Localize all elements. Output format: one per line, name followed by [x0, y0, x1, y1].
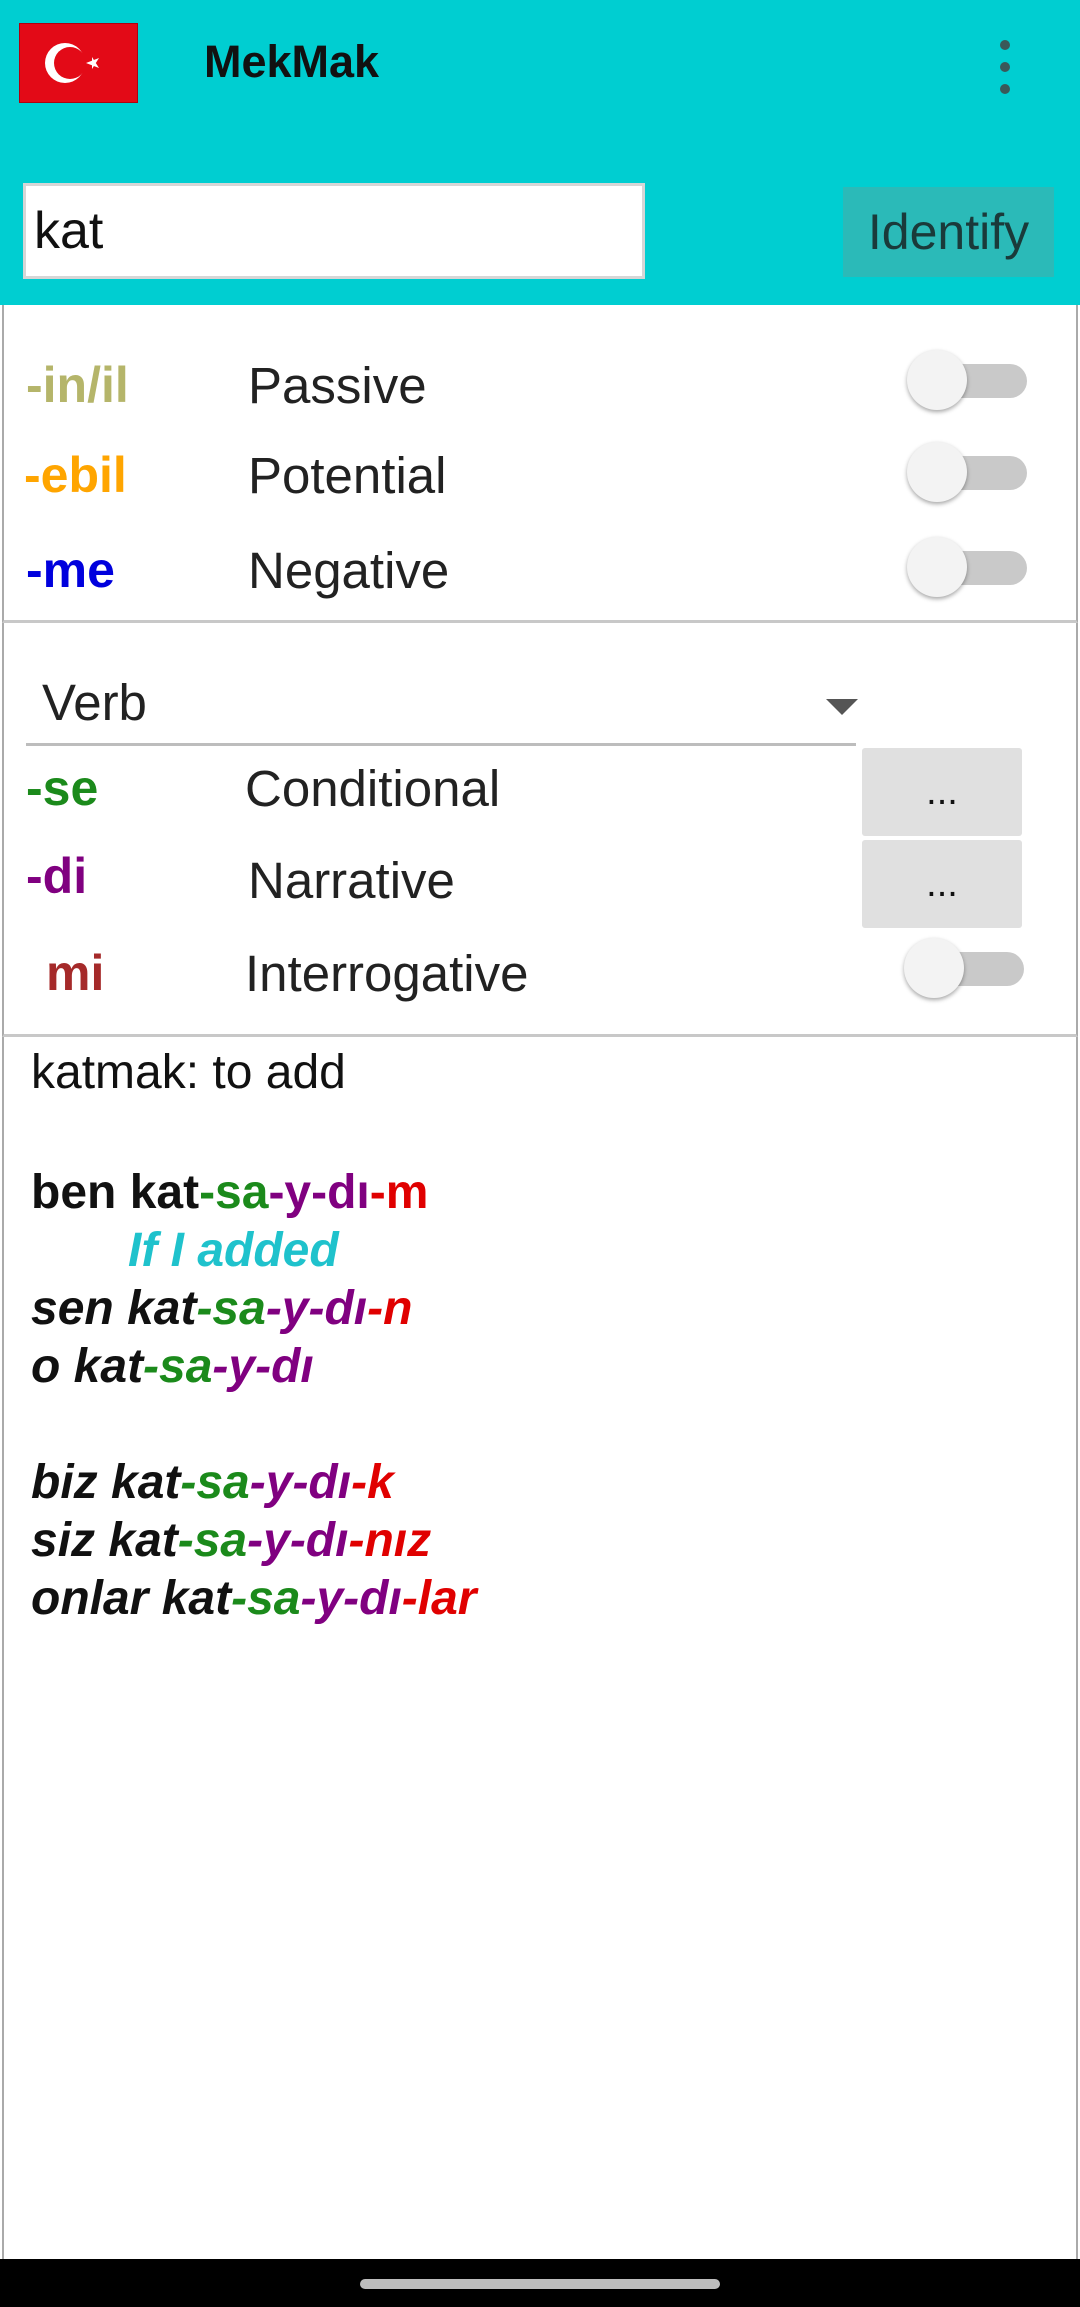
verb-stem: kat	[111, 1456, 181, 1509]
conjugation-line: sen kat-sa-y-dı-n	[31, 1281, 412, 1336]
suffix-buffer-part: -y	[268, 1166, 312, 1219]
verb-stem: kat	[127, 1282, 197, 1335]
suffix-conditional-part: -sa	[180, 1456, 250, 1509]
verb-search-input[interactable]	[26, 186, 642, 276]
option-row-potential: -ebil Potential	[4, 442, 1076, 522]
narrative-options-button[interactable]: ...	[862, 840, 1022, 928]
toggle-negative[interactable]	[907, 537, 1027, 597]
suffix-past-part: -dı	[308, 1282, 368, 1335]
verb-stem: kat	[73, 1340, 144, 1393]
turkish-flag-icon	[19, 23, 138, 103]
suffix-past-part: -dı	[292, 1456, 352, 1509]
suffix-person-part: -n	[367, 1282, 413, 1335]
suffix-person-part: -m	[369, 1166, 429, 1219]
verb-stem: kat	[161, 1572, 232, 1625]
dropdown-arrow-icon	[826, 699, 858, 715]
tense-dropdown[interactable]: Verb	[26, 663, 858, 746]
pronoun: siz	[31, 1514, 96, 1567]
suffix-past-part: -dı	[311, 1166, 370, 1219]
suffix-potential: -ebil	[24, 447, 127, 503]
app-bar: MekMak Identify	[0, 0, 1080, 305]
verb-stem: kat	[129, 1166, 200, 1219]
suffix-person-part: -lar	[401, 1572, 477, 1625]
suffix-narrative: -di	[26, 848, 88, 904]
option-row-passive: -in/il Passive	[4, 350, 1076, 430]
toggle-passive[interactable]	[907, 350, 1027, 410]
suffix-buffer-part: -y	[265, 1282, 309, 1335]
identify-button[interactable]: Identify	[843, 187, 1054, 277]
pronoun: biz	[31, 1456, 98, 1509]
tense-dropdown-value: Verb	[42, 674, 147, 731]
system-nav-bar	[0, 2259, 1080, 2307]
conjugation-line: biz kat-sa-y-dı-k	[31, 1455, 394, 1510]
conjugation-line: siz kat-sa-y-dı-nız	[31, 1513, 431, 1568]
pronoun: onlar	[31, 1572, 149, 1625]
pronoun: sen	[31, 1282, 114, 1335]
pronoun: ben	[31, 1166, 117, 1219]
label-conditional: Conditional	[245, 760, 501, 817]
mood-panel: Verb -se Conditional ... -di Narrative .…	[2, 623, 1078, 1037]
suffix-past-part: -dı	[343, 1572, 402, 1625]
conditional-options-button[interactable]: ...	[862, 748, 1022, 836]
verb-definition: katmak: to add	[31, 1046, 346, 1099]
conjugation-line: o kat-sa-y-dı	[31, 1339, 314, 1394]
suffix-negative: -me	[26, 542, 115, 598]
translation: If I added	[128, 1224, 339, 1277]
verb-stem: kat	[108, 1514, 178, 1567]
suffix-conditional-part: -sa	[231, 1572, 301, 1625]
label-passive: Passive	[248, 357, 427, 414]
suffix-conditional-part: -sa	[143, 1340, 213, 1393]
suffix-past-part: -dı	[289, 1514, 349, 1567]
label-interrogative: Interrogative	[245, 945, 529, 1002]
suffix-passive: -in/il	[26, 357, 129, 413]
suffix-interrogative: mi	[46, 945, 105, 1001]
option-row-interrogative: mi Interrogative	[4, 938, 1076, 1020]
more-vert-icon[interactable]	[990, 38, 1020, 96]
option-row-narrative: -di Narrative ...	[4, 840, 1076, 928]
label-potential: Potential	[248, 447, 447, 504]
verb-search-field[interactable]	[23, 183, 645, 279]
suffix-person-part: -nız	[348, 1514, 432, 1567]
option-row-negative: -me Negative	[4, 537, 1076, 617]
toggle-potential[interactable]	[907, 442, 1027, 502]
suffix-buffer-part: -y	[247, 1514, 290, 1567]
pronoun: o	[31, 1340, 61, 1393]
conjugation-line: ben kat-sa-y-dı-m	[31, 1165, 428, 1220]
suffix-conditional-part: -sa	[196, 1282, 266, 1335]
conjugation-line: onlar kat-sa-y-dı-lar	[31, 1571, 476, 1626]
app-title: MekMak	[204, 36, 380, 87]
label-narrative: Narrative	[248, 852, 455, 909]
suffix-buffer-part: -y	[249, 1456, 293, 1509]
suffix-conditional-part: -sa	[199, 1166, 269, 1219]
conjugation-output: katmak: to add ben kat-sa-y-dı-m If I ad…	[2, 1037, 1078, 2259]
option-row-conditional: -se Conditional ...	[4, 748, 1076, 836]
toggle-interrogative[interactable]	[904, 938, 1024, 998]
voice-options-panel: -in/il Passive -ebil Potential -me Negat…	[2, 305, 1078, 623]
suffix-buffer-part: -y	[212, 1340, 256, 1393]
suffix-person-part: -k	[351, 1456, 394, 1509]
suffix-buffer-part: -y	[300, 1572, 344, 1625]
suffix-conditional: -se	[26, 760, 99, 816]
home-gesture-handle[interactable]	[360, 2279, 720, 2289]
label-negative: Negative	[248, 542, 450, 599]
suffix-past-part: -dı	[255, 1340, 314, 1393]
suffix-conditional-part: -sa	[177, 1514, 248, 1567]
